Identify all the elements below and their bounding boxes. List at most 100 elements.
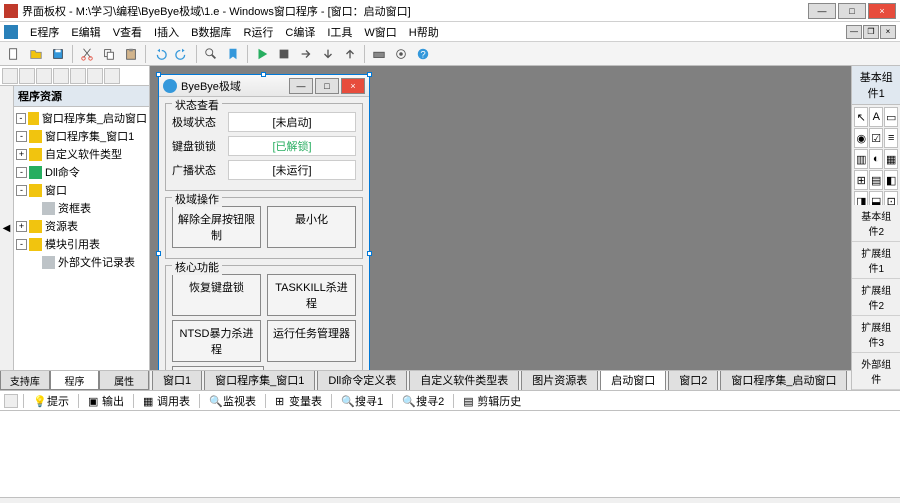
tree-item[interactable]: 资框表	[16, 199, 147, 217]
menu-item[interactable]: V查看	[107, 25, 148, 41]
component-tab-top[interactable]: 基本组件1	[852, 66, 900, 105]
component-category[interactable]: 基本组件2	[852, 205, 900, 242]
action-button[interactable]: 恢复键盘锁	[172, 274, 261, 316]
tree-toggle[interactable]: -	[16, 185, 27, 196]
left-tab[interactable]: 支持库	[0, 371, 50, 390]
palette-item[interactable]: ▤	[869, 170, 883, 190]
menu-item[interactable]: E程序	[24, 25, 65, 41]
tree-item[interactable]: -窗口程序集_启动窗口	[16, 109, 147, 127]
tree-item[interactable]: -窗口程序集_窗口1	[16, 127, 147, 145]
palette-item[interactable]: ⊡	[884, 191, 898, 205]
action-button[interactable]: 解除全屏按钮限制	[172, 206, 261, 248]
step-into-button[interactable]	[318, 44, 338, 64]
palette-item[interactable]: ⬓	[869, 191, 883, 205]
redo-button[interactable]	[172, 44, 192, 64]
action-button[interactable]: TASKKILL杀进程	[267, 274, 356, 316]
minimize-button[interactable]: —	[808, 3, 836, 19]
left-tb-6[interactable]	[87, 68, 103, 84]
menu-item[interactable]: I工具	[321, 25, 358, 41]
help-button[interactable]: ?	[413, 44, 433, 64]
form-close-button[interactable]: ×	[341, 78, 365, 94]
editor-tab[interactable]: 启动窗口	[600, 370, 666, 390]
action-button[interactable]: 冻结极域	[172, 366, 264, 370]
left-tab[interactable]: 属性	[99, 371, 149, 390]
step-button[interactable]	[296, 44, 316, 64]
tree-toggle[interactable]: -	[16, 131, 27, 142]
left-tb-3[interactable]	[36, 68, 52, 84]
bottom-tab[interactable]: ▦调用表	[139, 393, 194, 409]
editor-tab[interactable]: 窗口程序集_窗口1	[204, 370, 315, 390]
stop-button[interactable]	[274, 44, 294, 64]
menu-item[interactable]: C编译	[279, 25, 321, 41]
output-area[interactable]	[0, 411, 900, 497]
find-button[interactable]	[201, 44, 221, 64]
save-button[interactable]	[48, 44, 68, 64]
maximize-button[interactable]: □	[838, 3, 866, 19]
tree-item[interactable]: -窗口	[16, 181, 147, 199]
palette-item[interactable]: ▥	[854, 149, 868, 169]
palette-item[interactable]: ≡	[884, 128, 898, 148]
left-vertical-tab[interactable]: ◀	[0, 86, 14, 370]
form-minimize-button[interactable]: —	[289, 78, 313, 94]
bottom-tab[interactable]: 🔍搜寻1	[337, 393, 387, 409]
bottom-tab[interactable]: 🔍监视表	[205, 393, 260, 409]
tree-item[interactable]: -Dll命令	[16, 163, 147, 181]
component-category[interactable]: 外部组件	[852, 353, 900, 390]
close-button[interactable]: ×	[868, 3, 896, 19]
run-button[interactable]	[252, 44, 272, 64]
tree-toggle[interactable]: +	[16, 221, 27, 232]
tree-toggle[interactable]: -	[16, 239, 27, 250]
palette-item[interactable]: ↖	[854, 107, 868, 127]
component-category[interactable]: 扩展组件2	[852, 279, 900, 316]
editor-tab[interactable]: 窗口2	[668, 370, 718, 390]
palette-item[interactable]: ◨	[854, 191, 868, 205]
palette-item[interactable]: ☑	[869, 128, 883, 148]
palette-item[interactable]: A	[869, 107, 883, 127]
paste-button[interactable]	[121, 44, 141, 64]
editor-tab[interactable]: 窗口1	[152, 370, 202, 390]
component-category[interactable]: 扩展组件1	[852, 242, 900, 279]
tree-item[interactable]: +资源表	[16, 217, 147, 235]
form-maximize-button[interactable]: □	[315, 78, 339, 94]
form-designer[interactable]: ByeBye极域 — □ × 状态查看 极域状态[未启动]键盘锁锁[已解锁]广播…	[158, 74, 370, 370]
action-button[interactable]: NTSD暴力杀进程	[172, 320, 261, 362]
config-button[interactable]	[391, 44, 411, 64]
palette-item[interactable]: ⊞	[854, 170, 868, 190]
menu-item[interactable]: W窗口	[358, 25, 402, 41]
menu-item[interactable]: H帮助	[403, 25, 445, 41]
open-button[interactable]	[26, 44, 46, 64]
bottom-tab[interactable]: ⊞变量表	[271, 393, 326, 409]
left-tb-7[interactable]	[104, 68, 120, 84]
tree-item[interactable]: 外部文件记录表	[16, 253, 147, 271]
tree-toggle[interactable]: -	[16, 167, 27, 178]
editor-tab[interactable]: Dll命令定义表	[317, 370, 407, 390]
mdi-minimize-button[interactable]: —	[846, 25, 862, 39]
component-category[interactable]: 扩展组件3	[852, 316, 900, 353]
step-out-button[interactable]	[340, 44, 360, 64]
left-tb-2[interactable]	[19, 68, 35, 84]
left-tb-4[interactable]	[53, 68, 69, 84]
palette-item[interactable]: ◧	[884, 170, 898, 190]
palette-item[interactable]: ▭	[884, 107, 898, 127]
editor-tab[interactable]: 窗口程序集_启动窗口	[720, 370, 847, 390]
menu-item[interactable]: B数据库	[185, 25, 237, 41]
palette-item[interactable]: ◉	[854, 128, 868, 148]
editor-tab[interactable]: 图片资源表	[521, 370, 598, 390]
project-tree[interactable]: -窗口程序集_启动窗口-窗口程序集_窗口1+自定义软件类型-Dll命令-窗口资框…	[14, 107, 149, 370]
copy-button[interactable]	[99, 44, 119, 64]
mdi-restore-button[interactable]: ❐	[863, 25, 879, 39]
left-tb-1[interactable]	[2, 68, 18, 84]
menu-item[interactable]: I插入	[148, 25, 185, 41]
bottom-tab[interactable]: ▤剪辑历史	[459, 393, 525, 409]
bottom-collapse-button[interactable]	[4, 394, 18, 408]
undo-button[interactable]	[150, 44, 170, 64]
left-tab[interactable]: 程序	[50, 371, 100, 390]
tree-item[interactable]: +自定义软件类型	[16, 145, 147, 163]
menu-item[interactable]: R运行	[237, 25, 279, 41]
tree-toggle[interactable]: -	[16, 113, 26, 124]
new-button[interactable]	[4, 44, 24, 64]
left-tb-5[interactable]	[70, 68, 86, 84]
bottom-tab[interactable]: 🔍搜寻2	[398, 393, 448, 409]
cut-button[interactable]	[77, 44, 97, 64]
compile-button[interactable]	[369, 44, 389, 64]
